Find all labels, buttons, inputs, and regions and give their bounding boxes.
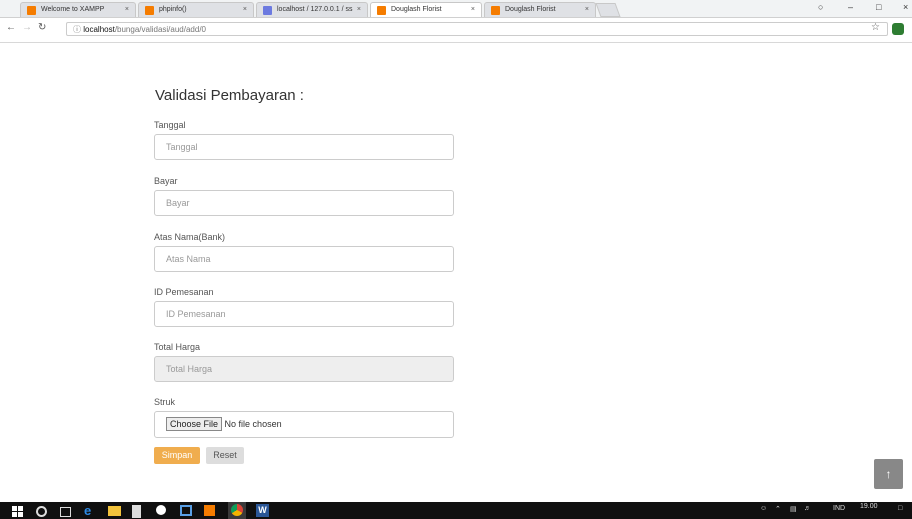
back-icon[interactable]: ← [6, 22, 16, 33]
forward-icon[interactable]: → [22, 22, 32, 33]
bayar-label: Bayar [154, 176, 178, 186]
windows-start-icon[interactable] [10, 504, 23, 517]
id-pemesanan-input[interactable]: ID Pemesanan [154, 301, 454, 327]
choose-file-button[interactable]: Choose File [166, 417, 223, 431]
language-indicator[interactable]: IND [833, 505, 845, 512]
file-status: No file chosen [224, 419, 282, 429]
file-explorer-icon[interactable] [108, 506, 121, 516]
address-bar[interactable]: ⓘ localhost/bunga/validasi/aud/add/0 [66, 22, 888, 36]
close-icon[interactable]: × [585, 3, 589, 17]
close-icon[interactable]: × [471, 3, 475, 17]
phpmyadmin-icon [263, 6, 272, 15]
tab-phpmyadmin[interactable]: localhost / 127.0.0.1 / ss × [256, 2, 368, 17]
chrome-icon [231, 504, 243, 516]
url-path: /bunga/validasi/aud/add/0 [114, 25, 206, 34]
close-icon[interactable]: × [125, 3, 129, 17]
page-content: Validasi Pembayaran : Tanggal Tanggal Ba… [0, 43, 912, 501]
tab-label: phpinfo() [159, 6, 187, 13]
xampp-taskbar-icon[interactable] [204, 505, 215, 516]
struk-label: Struk [154, 397, 176, 407]
chrome-taskbar-item[interactable] [228, 502, 246, 519]
bayar-input[interactable]: Bayar [154, 190, 454, 216]
tab-douglash-florist-active[interactable]: Douglash Florist × [370, 2, 482, 17]
page-title: Validasi Pembayaran : [155, 87, 304, 104]
tab-phpinfo[interactable]: phpinfo() × [138, 2, 254, 17]
close-icon[interactable]: × [357, 3, 361, 17]
info-icon: ⓘ [73, 25, 81, 34]
atas-nama-input[interactable]: Atas Nama [154, 246, 454, 272]
tab-welcome-xampp[interactable]: Welcome to XAMPP × [20, 2, 136, 17]
windows-taskbar: e W ☺ ⌃ ▤ ♬ IND 19.00 □ [0, 502, 912, 519]
notifications-icon[interactable]: □ [898, 505, 902, 512]
calculator-icon[interactable] [180, 505, 192, 516]
close-window-icon[interactable]: × [903, 2, 908, 12]
close-icon[interactable]: × [243, 3, 247, 17]
people-icon[interactable]: ☺ [760, 505, 767, 512]
tab-label: Douglash Florist [505, 6, 556, 13]
store-icon[interactable] [132, 505, 141, 518]
extension-icon[interactable] [892, 23, 904, 35]
clock[interactable]: 19.00 [860, 503, 878, 510]
task-view-icon[interactable] [60, 507, 71, 517]
search-icon[interactable] [36, 506, 47, 517]
tab-label: Douglash Florist [391, 6, 442, 13]
account-icon[interactable]: ○ [818, 2, 823, 12]
xampp-icon [145, 6, 154, 15]
bookmark-star-icon[interactable]: ☆ [871, 22, 880, 33]
reset-button[interactable]: Reset [206, 447, 244, 464]
save-button[interactable]: Simpan [154, 447, 200, 464]
new-tab-button[interactable] [595, 3, 621, 17]
tanggal-label: Tanggal [154, 120, 186, 130]
show-hidden-icons[interactable]: ⌃ [775, 505, 781, 513]
struk-file-input[interactable]: Choose File No file chosen [154, 411, 454, 438]
tab-label: Welcome to XAMPP [41, 6, 105, 13]
browser-tab-strip: Welcome to XAMPP × phpinfo() × localhost… [0, 0, 912, 18]
total-harga-label: Total Harga [154, 342, 201, 352]
tab-label: localhost / 127.0.0.1 / ss [277, 6, 353, 13]
browser-toolbar: ← → ↻ ⓘ localhost/bunga/validasi/aud/add… [0, 18, 912, 43]
volume-icon[interactable]: ♬ [804, 505, 811, 512]
network-icon[interactable]: ▤ [790, 505, 797, 513]
maximize-icon[interactable]: □ [876, 2, 881, 12]
tab-douglash-florist[interactable]: Douglash Florist × [484, 2, 596, 17]
xampp-icon [27, 6, 36, 15]
total-harga-input: Total Harga [154, 356, 454, 382]
edge-icon[interactable]: e [84, 504, 97, 517]
scroll-to-top-button[interactable]: ↑ [874, 459, 903, 489]
reload-icon[interactable]: ↻ [38, 22, 46, 33]
word-icon[interactable]: W [256, 504, 269, 517]
xampp-icon [491, 6, 500, 15]
id-pemesanan-label: ID Pemesanan [154, 287, 214, 297]
mail-icon[interactable] [156, 505, 166, 515]
atas-nama-label: Atas Nama(Bank) [154, 232, 226, 242]
xampp-icon [377, 6, 386, 15]
minimize-icon[interactable]: – [848, 2, 853, 12]
url-host: localhost [83, 25, 115, 34]
tanggal-input[interactable]: Tanggal [154, 134, 454, 160]
